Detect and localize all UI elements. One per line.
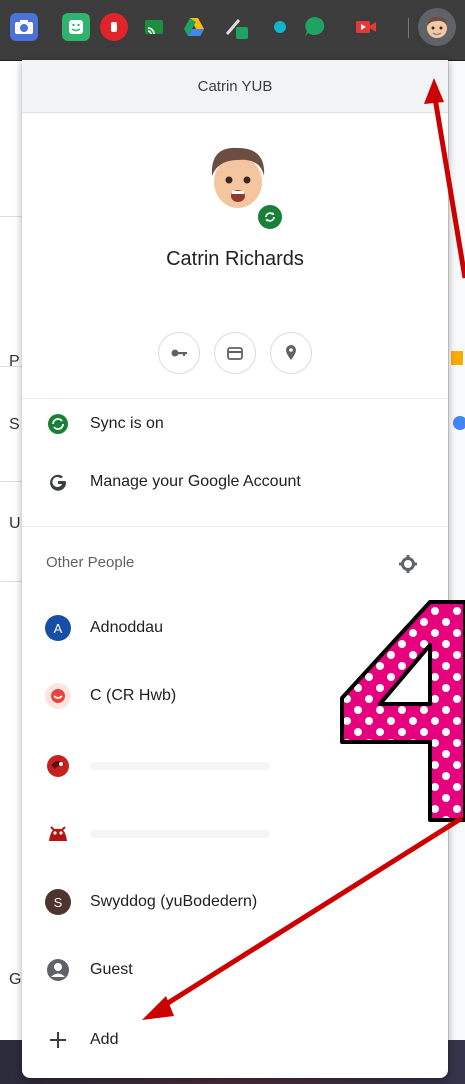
background-blue-marker <box>453 416 465 430</box>
location-icon <box>286 345 296 360</box>
guest-row[interactable]: Guest <box>22 948 448 992</box>
person-row[interactable]: A Adnoddau <box>22 606 448 650</box>
background-letter: P <box>9 353 20 370</box>
person-avatar <box>45 683 71 709</box>
manage-account-label: Manage your Google Account <box>90 473 301 490</box>
sync-label: Sync is on <box>90 415 164 432</box>
addresses-button[interactable] <box>270 332 312 374</box>
person-avatar: S <box>45 889 71 915</box>
cast-extension-icon[interactable] <box>140 13 168 41</box>
manage-account-row[interactable]: Manage your Google Account <box>22 460 448 504</box>
browser-toolbar <box>0 0 465 61</box>
person-avatar <box>45 753 71 779</box>
background-letter: S <box>9 416 20 433</box>
person-name: Swyddog (yuBodedern) <box>90 893 258 910</box>
profile-name: Catrin Richards <box>166 248 304 270</box>
background-right-strip <box>448 61 465 1084</box>
separator <box>22 526 448 527</box>
redacted-name <box>90 762 270 770</box>
dot-extension-icon[interactable] <box>266 13 294 41</box>
sync-badge-icon <box>256 203 284 231</box>
person-row[interactable]: S Swyddog (yuBodedern) <box>22 880 448 924</box>
face-extension-icon[interactable] <box>62 13 90 41</box>
popup-header: Catrin YUB <box>22 60 448 113</box>
sync-icon <box>44 410 72 438</box>
separator <box>22 398 448 399</box>
person-avatar <box>45 821 71 847</box>
add-person-row[interactable]: Add <box>22 1018 448 1062</box>
quick-actions <box>158 332 312 374</box>
person-row[interactable]: C (CR Hwb) <box>22 674 448 718</box>
person-row[interactable] <box>22 812 448 856</box>
guest-label: Guest <box>90 961 133 978</box>
gear-icon[interactable] <box>398 554 418 574</box>
toolbar-divider <box>408 18 409 38</box>
google-icon <box>44 468 72 496</box>
person-name: Adnoddau <box>90 619 163 636</box>
background-left-strip: P S U G <box>0 61 22 1084</box>
person-row[interactable] <box>22 744 448 788</box>
person-name: C (CR Hwb) <box>90 687 177 704</box>
background-letter: G <box>9 971 22 988</box>
key-icon <box>171 349 187 357</box>
other-people-heading: Other People <box>46 554 135 571</box>
chat-extension-icon[interactable] <box>300 13 328 41</box>
pen-extension-icon[interactable] <box>222 13 250 41</box>
hand-extension-icon[interactable] <box>100 13 128 41</box>
profile-avatar-button[interactable] <box>418 8 456 46</box>
person-avatar: A <box>45 615 71 641</box>
redacted-name <box>90 830 270 838</box>
profile-memoji-avatar <box>202 140 274 212</box>
sync-row[interactable]: Sync is on <box>22 402 448 446</box>
guest-icon <box>44 956 72 984</box>
passwords-button[interactable] <box>158 332 200 374</box>
profile-menu-popup: Catrin YUB Catrin Richards Sync is on Ma… <box>22 60 448 1078</box>
drive-extension-icon[interactable] <box>180 13 208 41</box>
plus-icon <box>44 1026 72 1054</box>
camera-extension-icon[interactable] <box>10 13 38 41</box>
card-icon <box>227 347 243 360</box>
add-label: Add <box>90 1031 119 1048</box>
screencast-extension-icon[interactable] <box>352 13 380 41</box>
background-letter: U <box>9 515 21 532</box>
payment-methods-button[interactable] <box>214 332 256 374</box>
background-yellow-marker <box>451 351 463 365</box>
